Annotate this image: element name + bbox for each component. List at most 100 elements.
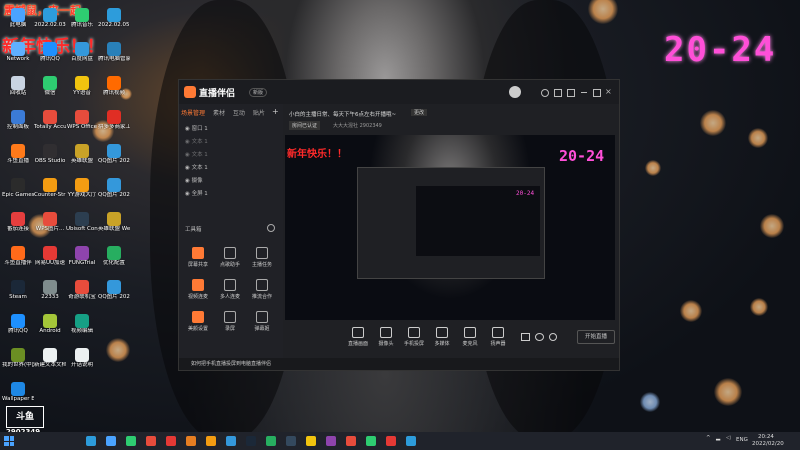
- scene-item[interactable]: ◉ 全屏 1: [185, 189, 275, 199]
- tool-multi-link[interactable]: 多人连麦: [215, 279, 245, 300]
- tool-video-link[interactable]: 视频连麦: [183, 279, 213, 300]
- taskbar-app-icon[interactable]: [286, 436, 296, 446]
- taskbar-app-icon[interactable]: [166, 436, 176, 446]
- clock-date[interactable]: 2022/02/20: [752, 441, 784, 447]
- tray-chevron-icon[interactable]: ^: [706, 435, 711, 441]
- desktop-icon[interactable]: 拼多多商家工作台: [98, 110, 130, 130]
- tool-record[interactable]: 录屏: [215, 311, 245, 332]
- desktop-icon[interactable]: 斗鱼直播: [2, 144, 34, 164]
- start-live-button[interactable]: 开始直播: [577, 330, 615, 344]
- stream-preview[interactable]: 新年快乐！！ 20-24 20-24: [285, 135, 615, 320]
- taskbar-app-icon[interactable]: [266, 436, 276, 446]
- toolbox-collapse-icon[interactable]: [267, 224, 275, 232]
- desktop-icon[interactable]: Wallpaper Engine: [2, 382, 34, 402]
- taskbar-app-icon[interactable]: [186, 436, 196, 446]
- desktop-icon[interactable]: 番茄连接: [2, 212, 34, 232]
- taskbar-app-icon[interactable]: [326, 436, 336, 446]
- tool-beauty[interactable]: 美颜设置: [183, 311, 213, 332]
- desktop-icon[interactable]: 英雄联盟: [66, 144, 98, 164]
- start-button[interactable]: [4, 436, 14, 446]
- taskbar-app-icon[interactable]: [246, 436, 256, 446]
- desktop-icon[interactable]: 微信: [34, 76, 66, 96]
- desktop-icon[interactable]: 2022.02.05...: [98, 8, 130, 28]
- desktop-icon[interactable]: 22333: [34, 280, 66, 300]
- scene-item[interactable]: ◉ 文本 1: [185, 150, 275, 160]
- desktop-icon[interactable]: 腾讯音乐: [66, 8, 98, 28]
- desktop-icon[interactable]: 腾讯视频: [98, 76, 130, 96]
- tool-song-request[interactable]: 点歌助手: [215, 247, 245, 268]
- microphone-button[interactable]: 麦克风: [457, 327, 483, 347]
- network-icon[interactable]: ▂: [716, 435, 720, 441]
- close-button[interactable]: ×: [605, 87, 612, 96]
- desktop-icon[interactable]: YY游戏大厅: [66, 178, 98, 198]
- tool-push-stream[interactable]: 推流合作: [247, 279, 277, 300]
- desktop-icon[interactable]: WPS Office: [66, 110, 98, 130]
- desktop-icon[interactable]: WPS图片...: [34, 212, 66, 232]
- desktop-icon[interactable]: 开话说明: [66, 348, 98, 368]
- eye-toggle-icon[interactable]: [535, 333, 544, 341]
- taskbar-app-icon[interactable]: [226, 436, 236, 446]
- tab-material[interactable]: 素材: [213, 110, 225, 117]
- desktop-icon[interactable]: FUNGTrial: [66, 246, 98, 266]
- version-badge[interactable]: 新版: [249, 88, 268, 97]
- scene-item[interactable]: ◉ 窗口 1: [185, 124, 275, 134]
- tab-interact[interactable]: 互动: [233, 110, 245, 117]
- desktop-icon[interactable]: QQ图片 20220215...: [98, 280, 130, 300]
- scene-item[interactable]: ◉ 摄像: [185, 176, 275, 186]
- taskbar-app-icon[interactable]: [206, 436, 216, 446]
- desktop-icon[interactable]: 回收站: [2, 76, 34, 96]
- scene-item[interactable]: ◉ 文本 1: [185, 163, 275, 173]
- gear-icon[interactable]: [549, 333, 557, 341]
- desktop-icon[interactable]: 奇游联机宝: [66, 280, 98, 300]
- taskbar-app-icon[interactable]: [366, 436, 376, 446]
- status-tip[interactable]: 如何把手机直播投屏到电脑直播伴侣: [191, 361, 271, 367]
- desktop-icon[interactable]: YY语音: [66, 76, 98, 96]
- add-camera-button[interactable]: 摄像头: [373, 327, 399, 347]
- tool-screen-share[interactable]: 屏幕共享: [183, 247, 213, 268]
- desktop-icon[interactable]: OBS Studio: [34, 144, 66, 164]
- taskbar-app-icon[interactable]: [346, 436, 356, 446]
- desktop-icon[interactable]: Totally Accurate...: [34, 110, 66, 130]
- taskbar-app-icon[interactable]: [306, 436, 316, 446]
- desktop-icon[interactable]: 控制面板: [2, 110, 34, 130]
- taskbar-app-icon[interactable]: [106, 436, 116, 446]
- desktop-icon[interactable]: 此电脑: [2, 8, 34, 28]
- taskbar-app-icon[interactable]: [386, 436, 396, 446]
- speaker-button[interactable]: 扬声器: [485, 327, 511, 347]
- add-scene-button[interactable]: +: [272, 107, 279, 116]
- desktop-icon[interactable]: 腾讯QQ: [34, 42, 66, 62]
- notice-edit-button[interactable]: 更改: [411, 109, 428, 116]
- desktop-icon[interactable]: Steam: [2, 280, 34, 300]
- desktop-icon[interactable]: 英雄联盟 WeGame: [98, 212, 130, 232]
- multimedia-button[interactable]: 多媒体: [429, 327, 455, 347]
- taskbar-app-icon[interactable]: [126, 436, 136, 446]
- tab-sticker[interactable]: 贴片: [253, 110, 265, 117]
- taskbar-app-icon[interactable]: [146, 436, 156, 446]
- scene-item[interactable]: ◉ 文本 1: [185, 137, 275, 147]
- taskbar-app-icon[interactable]: [86, 436, 96, 446]
- desktop-icon[interactable]: 新建文本文档: [34, 348, 66, 368]
- tool-streamer-task[interactable]: 主播任务: [247, 247, 277, 268]
- desktop-icon[interactable]: 我的世界(中国版): [2, 348, 34, 368]
- desktop-icon[interactable]: Ubisoft Connect: [66, 212, 98, 232]
- desktop-icon[interactable]: 视频编辑: [66, 314, 98, 334]
- message-icon[interactable]: [554, 89, 562, 97]
- desktop-icon[interactable]: Android: [34, 314, 66, 334]
- phone-cast-button[interactable]: 手机投屏: [401, 327, 427, 347]
- input-language[interactable]: ENG: [736, 437, 748, 443]
- desktop-icon[interactable]: QQ图片 20211230...: [98, 178, 130, 198]
- add-screen-button[interactable]: 直播画面: [345, 327, 371, 347]
- desktop-icon[interactable]: 优化配置: [98, 246, 130, 266]
- minimize-button[interactable]: [581, 92, 587, 93]
- desktop-icon[interactable]: 2022.02.03: [34, 8, 66, 28]
- user-avatar[interactable]: [509, 86, 521, 98]
- desktop-icon[interactable]: Network: [2, 42, 34, 62]
- volume-icon[interactable]: ◁: [726, 435, 730, 441]
- menu-icon[interactable]: [567, 89, 575, 97]
- desktop-icon[interactable]: Counter-Strike Global Off...: [34, 178, 66, 198]
- desktop-icon[interactable]: 百度网盘: [66, 42, 98, 62]
- desktop-icon[interactable]: QQ图片 20211230...: [98, 144, 130, 164]
- desktop-icon[interactable]: 腾讯QQ: [2, 314, 34, 334]
- tab-scenes[interactable]: 场景管理: [181, 110, 205, 117]
- video-settings-icon[interactable]: [521, 333, 530, 341]
